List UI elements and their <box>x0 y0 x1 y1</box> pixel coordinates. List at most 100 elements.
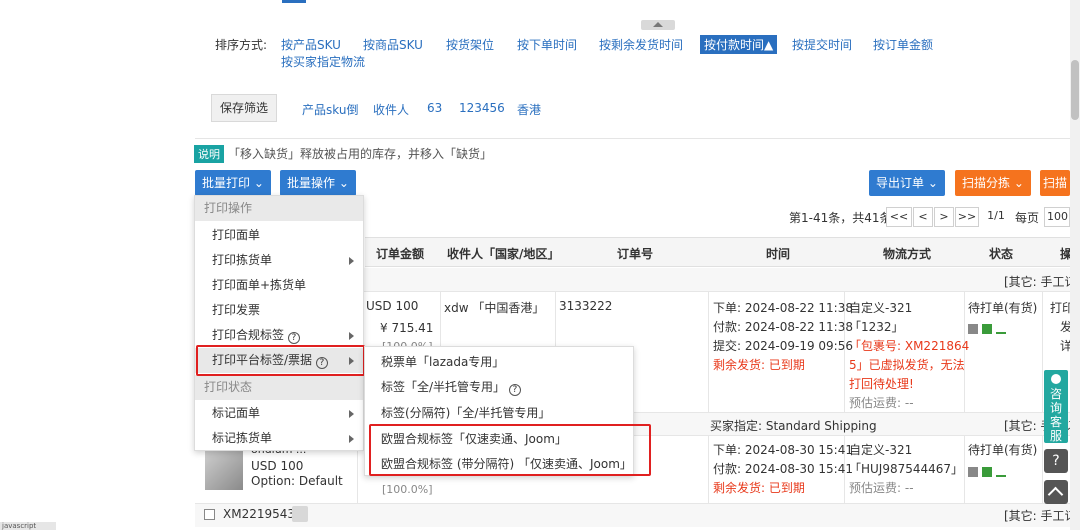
note-text: 「移入缺货」释放被占用的库存，并移入「缺货」 <box>228 147 493 161</box>
order-group-strip <box>195 503 1070 527</box>
row1-remain-time: 剩余发货: 已到期 <box>713 358 805 372</box>
scan-button-partial[interactable]: 扫描 <box>1040 170 1070 196</box>
pager-prev[interactable]: < <box>913 207 933 227</box>
row1-package-warning-2: 5」已虚拟发货，无法 <box>849 358 965 372</box>
menu-print-invoice[interactable]: 打印发票 <box>195 298 363 323</box>
scrollbar-thumb[interactable] <box>1071 60 1079 120</box>
row1-submit-time: 提交: 2024-09-19 09:56 <box>713 339 853 353</box>
row2-status-icons <box>968 464 1010 478</box>
active-tab-indicator <box>282 0 306 3</box>
row2-status: 待打单(有货) <box>968 443 1038 457</box>
chevron-right-icon <box>349 435 354 443</box>
th-recipient: 收件人「国家/地区」 <box>447 247 560 261</box>
row2-tracking: 「HUJ987544467」 <box>849 462 964 476</box>
copy-icon[interactable] <box>292 506 308 522</box>
sort-by-order-time[interactable]: 按下单时间 <box>517 36 577 53</box>
col-divider <box>964 436 965 503</box>
th-amount: 订单金额 <box>376 247 425 261</box>
th-order-no: 订单号 <box>617 247 654 261</box>
pager-last[interactable]: >> <box>955 207 979 227</box>
row-select-checkbox[interactable] <box>204 509 215 520</box>
menu-print-waybill-picklist[interactable]: 打印面单+拣货单 <box>195 273 363 298</box>
sort-by-item-sku[interactable]: 按商品SKU <box>363 36 423 53</box>
batch-operation-button[interactable]: 批量操作 ⌄ <box>280 170 356 196</box>
submenu-managed-label[interactable]: 标签「全/半托管专用」 ? <box>381 378 521 396</box>
col-divider <box>708 436 709 503</box>
sort-by-product-sku[interactable]: 按产品SKU <box>281 36 341 53</box>
pager-page[interactable]: 1/1 <box>982 207 1010 227</box>
row1-tracking: 「1232」 <box>849 320 904 334</box>
sort-by-shelf[interactable]: 按货架位 <box>446 36 494 53</box>
pager-first[interactable]: << <box>886 207 912 227</box>
barcode-icon <box>982 466 992 477</box>
batch-print-dropdown: 打印操作 打印面单 打印拣货单 打印面单+拣货单 打印发票 打印合规标签 ? 打… <box>194 195 364 451</box>
row3-tag: [其它: 手工订 <box>1004 509 1077 523</box>
saved-filter-2[interactable]: 收件人 <box>373 101 409 118</box>
help-icon: ? <box>287 332 300 344</box>
collapse-filter-toggle[interactable] <box>641 20 675 30</box>
chevron-down-icon: ⌄ <box>253 176 264 190</box>
menu-mark-picklist[interactable]: 标记拣货单 <box>195 426 363 451</box>
menu-print-waybill[interactable]: 打印面单 <box>195 223 363 248</box>
save-filter-button[interactable]: 保存筛选 <box>211 94 277 122</box>
check-icon <box>996 324 1006 334</box>
group2-buyer-logistics: 买家指定: Standard Shipping <box>710 419 877 433</box>
scan-sort-button[interactable]: 扫描分拣 ⌄ <box>955 170 1031 196</box>
pager-per-page-label: 每页 <box>1015 211 1040 225</box>
submenu-lazada-invoice[interactable]: 税票单「lazada专用」 <box>381 353 504 370</box>
saved-filter-3[interactable]: 63 <box>427 101 442 115</box>
pager-next[interactable]: > <box>934 207 954 227</box>
row1-order-no[interactable]: 3133222 <box>559 299 612 313</box>
row2-est-shipping: 预估运费: -- <box>849 481 914 495</box>
sort-by-buyer-logistics[interactable]: 按买家指定物流 <box>281 53 365 70</box>
help-icon: ? <box>508 384 521 396</box>
sort-by-order-amount[interactable]: 按订单金额 <box>873 36 933 53</box>
row2-remain-time: 剩余发货: 已到期 <box>713 481 805 495</box>
row2-option: Option: Default <box>251 474 343 488</box>
print-ops-header: 打印操作 <box>195 196 363 221</box>
per-page-select[interactable]: 100条 <box>1044 207 1070 227</box>
status-url: javascript <box>0 522 56 530</box>
menu-mark-waybill[interactable]: 标记面单 <box>195 401 363 426</box>
saved-filter-4[interactable]: 123456 <box>459 101 505 115</box>
col-divider <box>1042 292 1043 414</box>
sort-label: 排序方式: <box>215 38 268 52</box>
back-to-top-icon[interactable] <box>1044 480 1068 504</box>
submenu-managed-label-separator[interactable]: 标签(分隔符)「全/半托管专用」 <box>381 404 550 421</box>
row1-status: 待打单(有货) <box>968 301 1038 315</box>
chevron-down-icon: ⌄ <box>927 176 938 190</box>
highlight-platform-label <box>196 345 365 376</box>
print-status-header: 打印状态 <box>195 375 363 400</box>
th-status: 状态 <box>989 247 1014 261</box>
row2-pay-time: 付款: 2024-08-30 15:41 <box>713 462 853 476</box>
saved-filter-5[interactable]: 香港 <box>517 101 541 118</box>
check-icon <box>996 467 1006 477</box>
menu-print-picklist[interactable]: 打印拣货单 <box>195 248 363 273</box>
sort-by-remaining-ship-time[interactable]: 按剩余发货时间 <box>599 36 683 53</box>
batch-print-button[interactable]: 批量打印 ⌄ <box>195 170 271 196</box>
chevron-right-icon <box>349 410 354 418</box>
note-badge: 说明 <box>194 145 224 163</box>
chevron-down-icon: ⌄ <box>338 176 349 190</box>
user-icon <box>1051 374 1061 384</box>
col-divider <box>708 292 709 414</box>
barcode-icon <box>982 323 992 334</box>
row1-package-warning: 「包裹号: XM221864 <box>849 339 970 353</box>
export-orders-button[interactable]: 导出订单 ⌄ <box>869 170 945 196</box>
sort-by-submit-time[interactable]: 按提交时间 <box>792 36 852 53</box>
help-icon[interactable]: ? <box>1044 449 1068 473</box>
chevron-right-icon <box>349 332 354 340</box>
th-logistics: 物流方式 <box>883 247 932 261</box>
consult-label: 咨询客服 <box>1050 387 1063 443</box>
row2-amount-pct: [100.0%] <box>382 483 433 496</box>
row2-order-time: 下单: 2024-08-30 15:41 <box>713 443 853 457</box>
row1-logistics-name: 自定义-321 <box>849 301 913 315</box>
product-thumbnail[interactable] <box>205 450 243 490</box>
chevron-down-icon: ⌄ <box>1013 176 1024 190</box>
row3-order-no[interactable]: XM2219543 <box>223 507 295 521</box>
pager-summary: 第1-41条，共41条 <box>789 211 892 225</box>
sort-by-pay-time[interactable]: 按付款时间▲ <box>700 35 778 54</box>
consult-service-button[interactable]: 咨询客服 <box>1044 370 1068 443</box>
chevron-right-icon <box>349 257 354 265</box>
saved-filter-1[interactable]: 产品sku倒 <box>302 101 358 118</box>
